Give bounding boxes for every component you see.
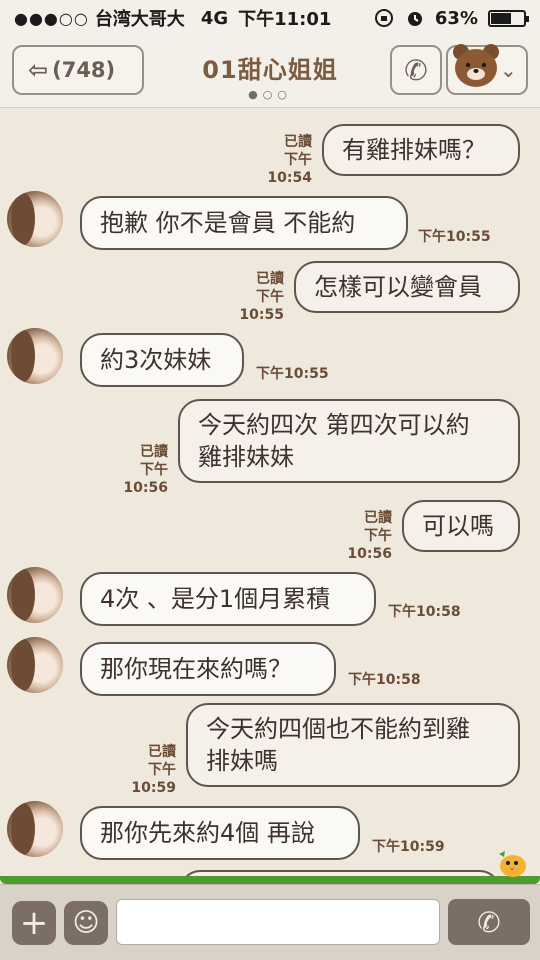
message-text-line: 雞排妹妹: [198, 443, 294, 471]
message-text-line: 今天約四個也不能約到雞: [206, 715, 470, 743]
status-bar: ●●●○○ 台湾大哥大 4G 下午11:01 63%: [0, 0, 540, 36]
message-text: 怎樣可以變會員: [314, 273, 482, 301]
outgoing-message[interactable]: 有雞排妹嗎？: [322, 124, 520, 176]
message-meta: 已讀 下午10:59: [104, 743, 176, 797]
message-time: 下午10:59: [131, 762, 176, 796]
read-receipt: 已讀: [364, 510, 392, 526]
incoming-message[interactable]: 約3次妹妹: [80, 333, 244, 387]
message-time: 下午10:59: [372, 839, 445, 855]
message-meta: 已讀 下午10:54: [240, 133, 312, 187]
sticker-button[interactable]: ☺: [64, 901, 108, 945]
message-text-line: 今天約四次 第四次可以約: [198, 411, 470, 439]
message-text: 4次 、是分1個月累積: [100, 585, 331, 613]
outgoing-message[interactable]: 可以嗎: [402, 500, 520, 552]
read-receipt: 已讀: [148, 744, 176, 760]
rotation-lock-icon: [374, 9, 393, 27]
phone-icon: ✆: [477, 905, 501, 939]
avatar[interactable]: [7, 801, 63, 857]
message-meta: 已讀 下午10:56: [96, 443, 168, 497]
outgoing-message[interactable]: 怎樣可以變會員: [294, 261, 520, 313]
sticker-icon: ☺: [72, 908, 100, 938]
incoming-message[interactable]: 那你先來約4個 再說: [80, 806, 360, 860]
message-meta: 已讀 下午10:56: [320, 509, 392, 563]
message-text: 那你先來約4個 再說: [100, 819, 315, 847]
avatar[interactable]: [7, 191, 63, 247]
outgoing-message[interactable]: 今天約四個也不能約到雞 排妹嗎: [186, 703, 520, 787]
avatar[interactable]: [7, 567, 63, 623]
add-button[interactable]: +: [12, 901, 56, 945]
battery-percent: 63%: [434, 7, 478, 29]
message-time: 下午10:55: [239, 289, 284, 323]
status-time: 下午11:01: [238, 9, 332, 30]
message-time: 下午10:58: [348, 672, 421, 688]
bird-icon: [499, 851, 526, 877]
message-text-line: 排妹嗎: [206, 747, 278, 775]
message-time: 下午10:56: [123, 462, 168, 496]
phone-icon: ✆: [404, 53, 428, 87]
message-input[interactable]: [116, 899, 440, 945]
carrier-name: 台湾大哥大: [94, 9, 185, 30]
brown-bear-icon: [453, 44, 499, 87]
message-text: 抱歉 你不是會員 不能約: [100, 209, 356, 237]
signal-strength: ●●●○○: [14, 8, 89, 28]
message-text: 可以嗎: [422, 512, 494, 540]
avatar[interactable]: [7, 328, 63, 384]
network-type: 4G: [200, 7, 229, 29]
message-meta: 已讀 下午10:55: [212, 270, 284, 324]
grass-decoration: [0, 876, 540, 884]
read-receipt: 已讀: [140, 444, 168, 460]
chevron-down-icon: ⌄: [500, 58, 517, 82]
avatar[interactable]: [7, 637, 63, 693]
message-time: 下午10:54: [267, 152, 312, 186]
message-text: 約3次妹妹: [100, 346, 212, 374]
message-time: 下午10:55: [418, 229, 491, 245]
outgoing-message[interactable]: 今天約四次 第四次可以約 雞排妹妹: [178, 399, 520, 483]
voice-call-button[interactable]: ✆: [448, 899, 530, 945]
alarm-icon: [407, 12, 422, 26]
chat-header: ⇦ (748) 01甜心姐姐 ●○○ ✆ ⌄: [0, 36, 540, 108]
message-text: 那你現在來約嗎？: [100, 655, 292, 683]
call-button[interactable]: ✆: [390, 45, 442, 95]
read-receipt: 已讀: [284, 134, 312, 150]
message-time: 下午10:58: [388, 604, 461, 620]
read-receipt: 已讀: [256, 271, 284, 287]
incoming-message[interactable]: 那你現在來約嗎？: [80, 642, 336, 696]
battery-icon: [488, 9, 529, 27]
incoming-message[interactable]: 抱歉 你不是會員 不能約: [80, 196, 408, 250]
input-bar: + ☺ ✆: [0, 884, 540, 960]
plus-icon: +: [19, 903, 49, 943]
message-text: 有雞排妹嗎？: [342, 136, 486, 164]
incoming-message[interactable]: 4次 、是分1個月累積: [80, 572, 376, 626]
message-time: 下午10:55: [256, 366, 329, 382]
message-time: 下午10:56: [347, 528, 392, 562]
